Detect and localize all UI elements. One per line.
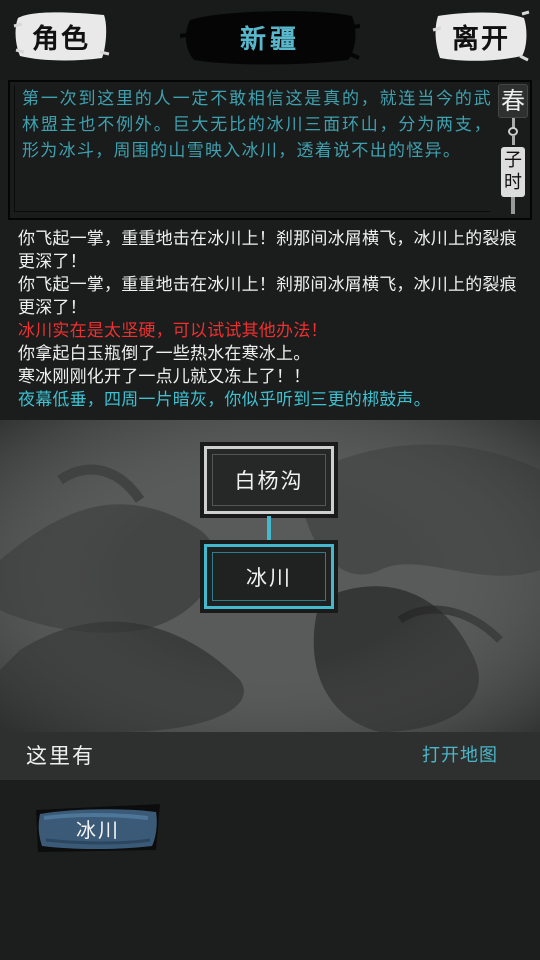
leave-button[interactable]: 离开 (432, 6, 530, 66)
log-line: 你飞起一掌，重重地击在冰川上！刹那间冰屑横飞，冰川上的裂痕更深了！ (18, 229, 517, 272)
map-path-connector (267, 516, 271, 544)
leave-button-label: 离开 (452, 23, 510, 55)
log-line: 夜幕低垂，四周一片暗灰，你似乎听到三更的梆鼓声。 (18, 390, 431, 410)
area-map: 白杨沟 冰川 (0, 420, 540, 732)
character-button[interactable]: 角色 (12, 6, 110, 66)
hanging-rod (511, 197, 515, 214)
here-object-list: 冰川 (0, 780, 540, 960)
log-line: 寒冰刚刚化开了一点儿就又冻上了！！ (18, 367, 311, 387)
object-button-glacier[interactable]: 冰川 (34, 800, 162, 856)
log-line: 冰川实在是太坚硬，可以试试其他办法！ (18, 321, 328, 341)
log-line: 你飞起一掌，重重地击在冰川上！刹那间冰屑横飞，冰川上的裂痕更深了！ (18, 275, 517, 318)
time-char-1: 子 (504, 150, 522, 172)
map-node-current-glacier[interactable]: 冰川 (204, 544, 334, 609)
time-tag: 子 时 (501, 147, 525, 198)
time-indicator: 春 子 时 (498, 84, 528, 214)
location-title: 新疆 (180, 6, 360, 68)
hanging-rod (511, 135, 515, 146)
log-line: 你拿起白玉瓶倒了一些热水在寒冰上。 (18, 344, 311, 364)
season-label: 春 (498, 84, 528, 118)
object-button-label: 冰川 (76, 817, 120, 842)
message-log: 你飞起一掌，重重地击在冰川上！刹那间冰屑横飞，冰川上的裂痕更深了！ 你飞起一掌，… (18, 228, 518, 412)
character-button-label: 角色 (32, 23, 90, 55)
location-title-text: 新疆 (239, 24, 300, 55)
here-label: 这里有 (26, 744, 95, 768)
top-bar: 角色 新疆 离开 (0, 0, 540, 80)
map-node-label: 冰川 (246, 565, 292, 590)
map-node-label: 白杨沟 (234, 469, 304, 493)
map-node-baiyanggou[interactable]: 白杨沟 (204, 446, 334, 514)
location-description-panel: 第一次到这里的人一定不敢相信这是真的，就连当今的武林盟主也不例外。巨大无比的冰川… (8, 80, 532, 220)
here-header: 这里有 打开地图 (0, 732, 540, 780)
open-map-button[interactable]: 打开地图 (422, 741, 498, 767)
time-char-2: 时 (504, 172, 522, 194)
location-description: 第一次到这里的人一定不敢相信这是真的，就连当今的武林盟主也不例外。巨大无比的冰川… (22, 89, 492, 161)
